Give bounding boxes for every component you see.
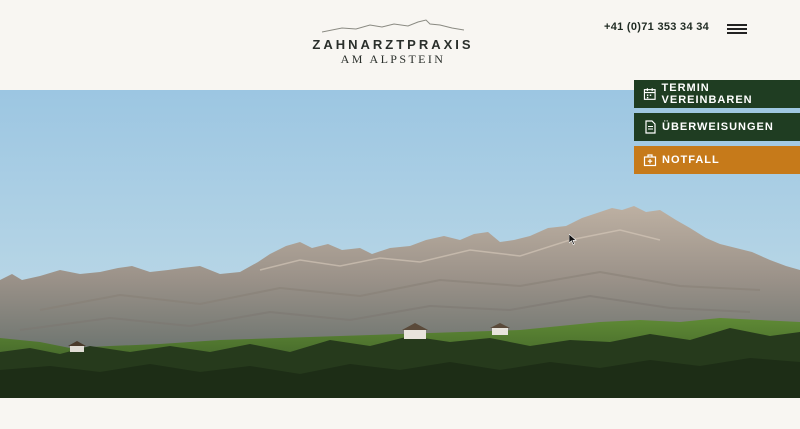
menu-line	[727, 28, 747, 30]
logo[interactable]: ZAHNARZTPRAXIS AM ALPSTEIN	[300, 16, 486, 68]
menu-line	[727, 32, 747, 34]
termin-vereinbaren-button[interactable]: TERMIN VEREINBAREN	[634, 80, 800, 108]
site-header: ZAHNARZTPRAXIS AM ALPSTEIN +41 (0)71 353…	[0, 0, 800, 90]
hamburger-menu-icon[interactable]	[727, 22, 749, 36]
ueberweisungen-button[interactable]: ÜBERWEISUNGEN	[634, 113, 800, 141]
notfall-label: NOTFALL	[662, 154, 720, 166]
mouse-cursor-icon	[569, 234, 577, 245]
menu-line	[727, 24, 747, 26]
mountain-outline-icon	[322, 19, 464, 33]
calendar-icon	[643, 88, 656, 100]
ueberweisungen-label: ÜBERWEISUNGEN	[662, 121, 774, 133]
content-area	[0, 398, 800, 429]
logo-title: ZAHNARZTPRAXIS	[312, 37, 474, 52]
notfall-button[interactable]: NOTFALL	[634, 146, 800, 174]
phone-link[interactable]: +41 (0)71 353 34 34	[604, 21, 709, 33]
document-icon	[645, 120, 656, 134]
logo-subtitle: AM ALPSTEIN	[340, 52, 446, 66]
first-aid-kit-icon	[643, 154, 657, 167]
termin-vereinbaren-label: TERMIN VEREINBAREN	[661, 82, 753, 106]
